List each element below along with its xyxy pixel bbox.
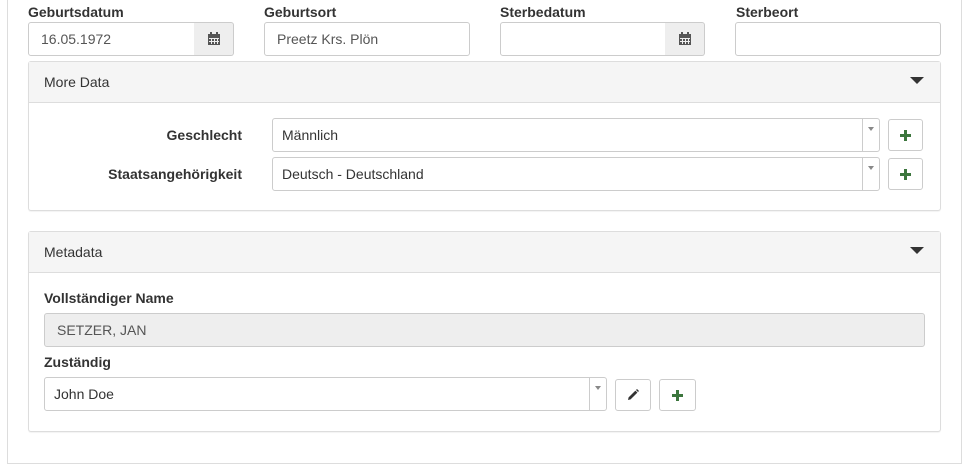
death-date-calendar-button[interactable] (665, 22, 705, 56)
full-name-label: Vollständiger Name (44, 290, 174, 306)
chevron-down-icon (868, 166, 874, 170)
gender-select-value: Männlich (282, 127, 339, 143)
nationality-select[interactable]: Deutsch - Deutschland (272, 157, 880, 191)
more-data-title: More Data (44, 74, 110, 90)
death-date-input[interactable] (500, 22, 666, 56)
chevron-down-icon (868, 127, 874, 131)
birth-date-calendar-button[interactable] (194, 22, 234, 56)
add-responsible-button[interactable] (659, 379, 696, 411)
nationality-label: Staatsangehörigkeit (108, 166, 242, 182)
plus-icon (672, 389, 683, 401)
metadata-title: Metadata (44, 244, 103, 260)
birth-date-input[interactable]: 16.05.1972 (28, 22, 195, 56)
edit-responsible-button[interactable] (615, 379, 651, 411)
death-place-label: Sterbeort (736, 4, 799, 20)
gender-label: Geschlecht (166, 127, 242, 143)
add-gender-button[interactable] (888, 119, 923, 151)
birth-place-label: Geburtsort (264, 4, 337, 20)
death-place-input[interactable] (735, 22, 941, 56)
more-data-panel-heading[interactable]: More Data (29, 62, 940, 103)
birth-place-input[interactable]: Preetz Krs. Plön (264, 22, 470, 56)
chevron-down-icon (595, 386, 601, 390)
responsible-label: Zuständig (44, 354, 111, 370)
plus-icon (900, 168, 911, 180)
birth-date-label: Geburtsdatum (28, 4, 124, 20)
plus-icon (900, 129, 911, 141)
responsible-select[interactable]: John Doe (44, 377, 607, 411)
full-name-input: SETZER, JAN (44, 313, 925, 347)
caret-down-icon[interactable] (910, 77, 924, 84)
nationality-select-value: Deutsch - Deutschland (282, 166, 424, 182)
add-nationality-button[interactable] (888, 158, 923, 190)
gender-select[interactable]: Männlich (272, 118, 880, 152)
death-date-label: Sterbedatum (500, 4, 586, 20)
pencil-icon (628, 389, 639, 400)
calendar-icon (207, 32, 220, 45)
metadata-panel-heading[interactable]: Metadata (29, 232, 940, 273)
calendar-icon (678, 32, 691, 45)
responsible-select-value: John Doe (54, 386, 114, 402)
caret-down-icon[interactable] (910, 247, 924, 254)
